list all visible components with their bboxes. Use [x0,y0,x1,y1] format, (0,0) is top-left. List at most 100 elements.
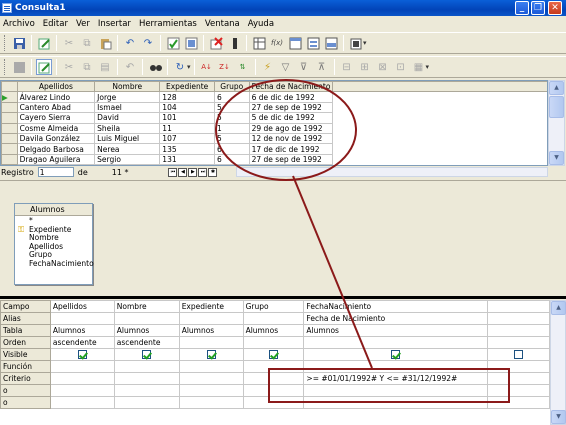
clear-query-icon[interactable] [183,35,199,51]
menu-ver[interactable]: Ver [76,19,90,29]
design-cell-funcion[interactable] [49,360,115,373]
column-header[interactable]: Grupo [213,81,250,93]
add-table-icon[interactable] [226,35,242,51]
visible-checkbox-cell[interactable] [49,348,115,361]
table-cell[interactable]: Cantero Abad [16,101,96,114]
first-record-icon[interactable]: ⏮ [168,167,178,177]
table-cell[interactable]: Sergio [94,153,161,165]
design-cell-criterio[interactable] [242,372,305,385]
maximize-button[interactable]: ❐ [531,1,545,15]
undo-icon[interactable]: ↶ [122,59,138,75]
scroll-thumb[interactable] [549,96,564,118]
menu-herramientas[interactable]: Herramientas [139,19,197,29]
sql-mode-icon[interactable] [348,35,364,51]
row-header[interactable] [1,143,18,155]
design-vertical-scrollbar[interactable]: ▲ ▼ [550,300,566,425]
table-cell[interactable]: Álvarez Lindo [16,91,96,103]
table-cell[interactable]: Jorge [94,91,161,103]
design-cell-o1[interactable] [303,384,489,397]
design-cell-o2[interactable] [49,396,115,409]
save-icon[interactable] [11,35,27,51]
design-cell-funcion[interactable] [242,360,305,373]
table-row[interactable]: Cantero Abad Ismael 104 5 27 de sep de 1992 [1,101,548,114]
table-cell[interactable]: 12 de nov de 1992 [248,132,334,145]
row-header[interactable] [1,112,18,124]
cut-icon[interactable]: ✂ [61,59,77,75]
table-cell[interactable]: Sheila [94,122,161,134]
scroll-down-icon[interactable]: ▼ [551,410,566,424]
run-query-icon[interactable] [165,35,181,51]
scroll-up-icon[interactable]: ▲ [551,301,566,315]
function-icon[interactable]: f(x) [269,35,285,51]
design-cell-o1[interactable] [487,384,550,397]
table-cell[interactable]: 6 [213,91,250,103]
table-cell[interactable]: 27 de sep de 1992 [248,101,334,114]
design-cell-o2[interactable] [303,396,489,409]
scroll-down-icon[interactable]: ▼ [549,151,564,165]
design-cell-o1[interactable] [242,384,305,397]
standard-filter-icon[interactable]: ⊽ [296,59,312,75]
design-cell-campo[interactable]: FechaNacimiento [303,300,489,313]
mail-merge-icon[interactable]: ⊠ [375,59,391,75]
table-cell[interactable]: 6 de dic de 1992 [248,91,334,103]
design-cell-criterio[interactable] [487,372,550,385]
table-cell[interactable]: 11 [159,122,215,134]
visible-checkbox[interactable] [269,350,278,360]
table-cell[interactable]: 1 [213,122,250,134]
table-cell[interactable]: Nerea [94,143,161,155]
table-cell[interactable]: 27 de sep de 1992 [248,153,334,165]
table-row[interactable]: Cosme Almeida Sheila 11 1 29 de ago de 1992 [1,122,548,134]
record-number-input[interactable]: 1 [37,167,74,177]
table-cell[interactable]: Davila González [16,132,96,145]
menu-editar[interactable]: Editar [43,19,68,29]
design-cell-funcion[interactable] [113,360,180,373]
menu-archivo[interactable]: Archivo [3,19,35,29]
design-cell-orden[interactable] [487,336,550,349]
explorer-icon[interactable]: ▦ [411,59,427,75]
table-cell[interactable]: 135 [159,143,215,155]
design-cell-funcion[interactable] [303,360,489,373]
row-header[interactable] [1,101,18,114]
grid-horizontal-scrollbar[interactable] [236,167,548,177]
design-cell-alias[interactable] [178,312,244,325]
design-cell-alias[interactable] [49,312,115,325]
table-row[interactable]: ▶ Álvarez Lindo Jorge 128 6 6 de dic de 1992 [1,91,548,103]
edit-data-icon[interactable] [36,59,52,75]
visible-checkbox[interactable] [77,350,87,360]
alias-icon[interactable] [305,35,321,51]
table-cell[interactable]: 6 [213,153,250,165]
edit-mode-icon[interactable] [36,35,52,51]
menu-ventana[interactable]: Ventana [205,19,240,29]
toolbar-grip[interactable] [4,59,7,75]
previous-record-icon[interactable]: ◀ [178,167,188,177]
table-cell[interactable]: 128 [159,91,215,103]
table-cell[interactable]: Dragao Aguilera [16,153,96,165]
table-cell[interactable]: Cosme Almeida [16,122,96,134]
pane-splitter[interactable] [0,296,566,299]
new-record-icon[interactable]: ✱ [208,167,218,177]
design-cell-tabla[interactable]: Alumnos [113,324,180,337]
table-cell[interactable]: David [94,112,161,124]
table-cell[interactable]: 5 [213,112,250,124]
design-cell-alias[interactable]: Fecha de Nacimiento [303,312,489,325]
menu-ayuda[interactable]: Ayuda [248,19,274,29]
refresh-icon[interactable]: ↻ [172,59,188,75]
column-header[interactable]: Fecha de Nacimiento [248,81,334,93]
distinct-values-icon[interactable] [323,35,339,51]
table-cell[interactable]: 6 [213,143,250,155]
design-cell-funcion[interactable] [487,360,550,373]
visible-checkbox-cell[interactable] [303,348,489,361]
table-cell[interactable]: Luis Miguel [94,132,161,145]
data-source-icon[interactable]: ⊡ [393,59,409,75]
data-to-fields-icon[interactable]: ⊞ [357,59,373,75]
table-icon[interactable] [251,35,267,51]
undo-icon[interactable]: ↶ [122,35,138,51]
table-cell[interactable]: 17 de dic de 1992 [248,143,334,155]
autofilter-icon[interactable]: ⚡ [260,59,276,75]
visible-checkbox[interactable] [391,350,401,360]
data-to-text-icon[interactable]: ⊟ [339,59,355,75]
design-cell-orden[interactable]: ascendente [113,336,180,349]
design-cell-criterio[interactable]: >= #01/01/1992# Y <= #31/12/1992# [303,372,489,385]
design-cell-criterio[interactable] [49,372,115,385]
design-cell-campo[interactable]: Grupo [242,300,305,313]
